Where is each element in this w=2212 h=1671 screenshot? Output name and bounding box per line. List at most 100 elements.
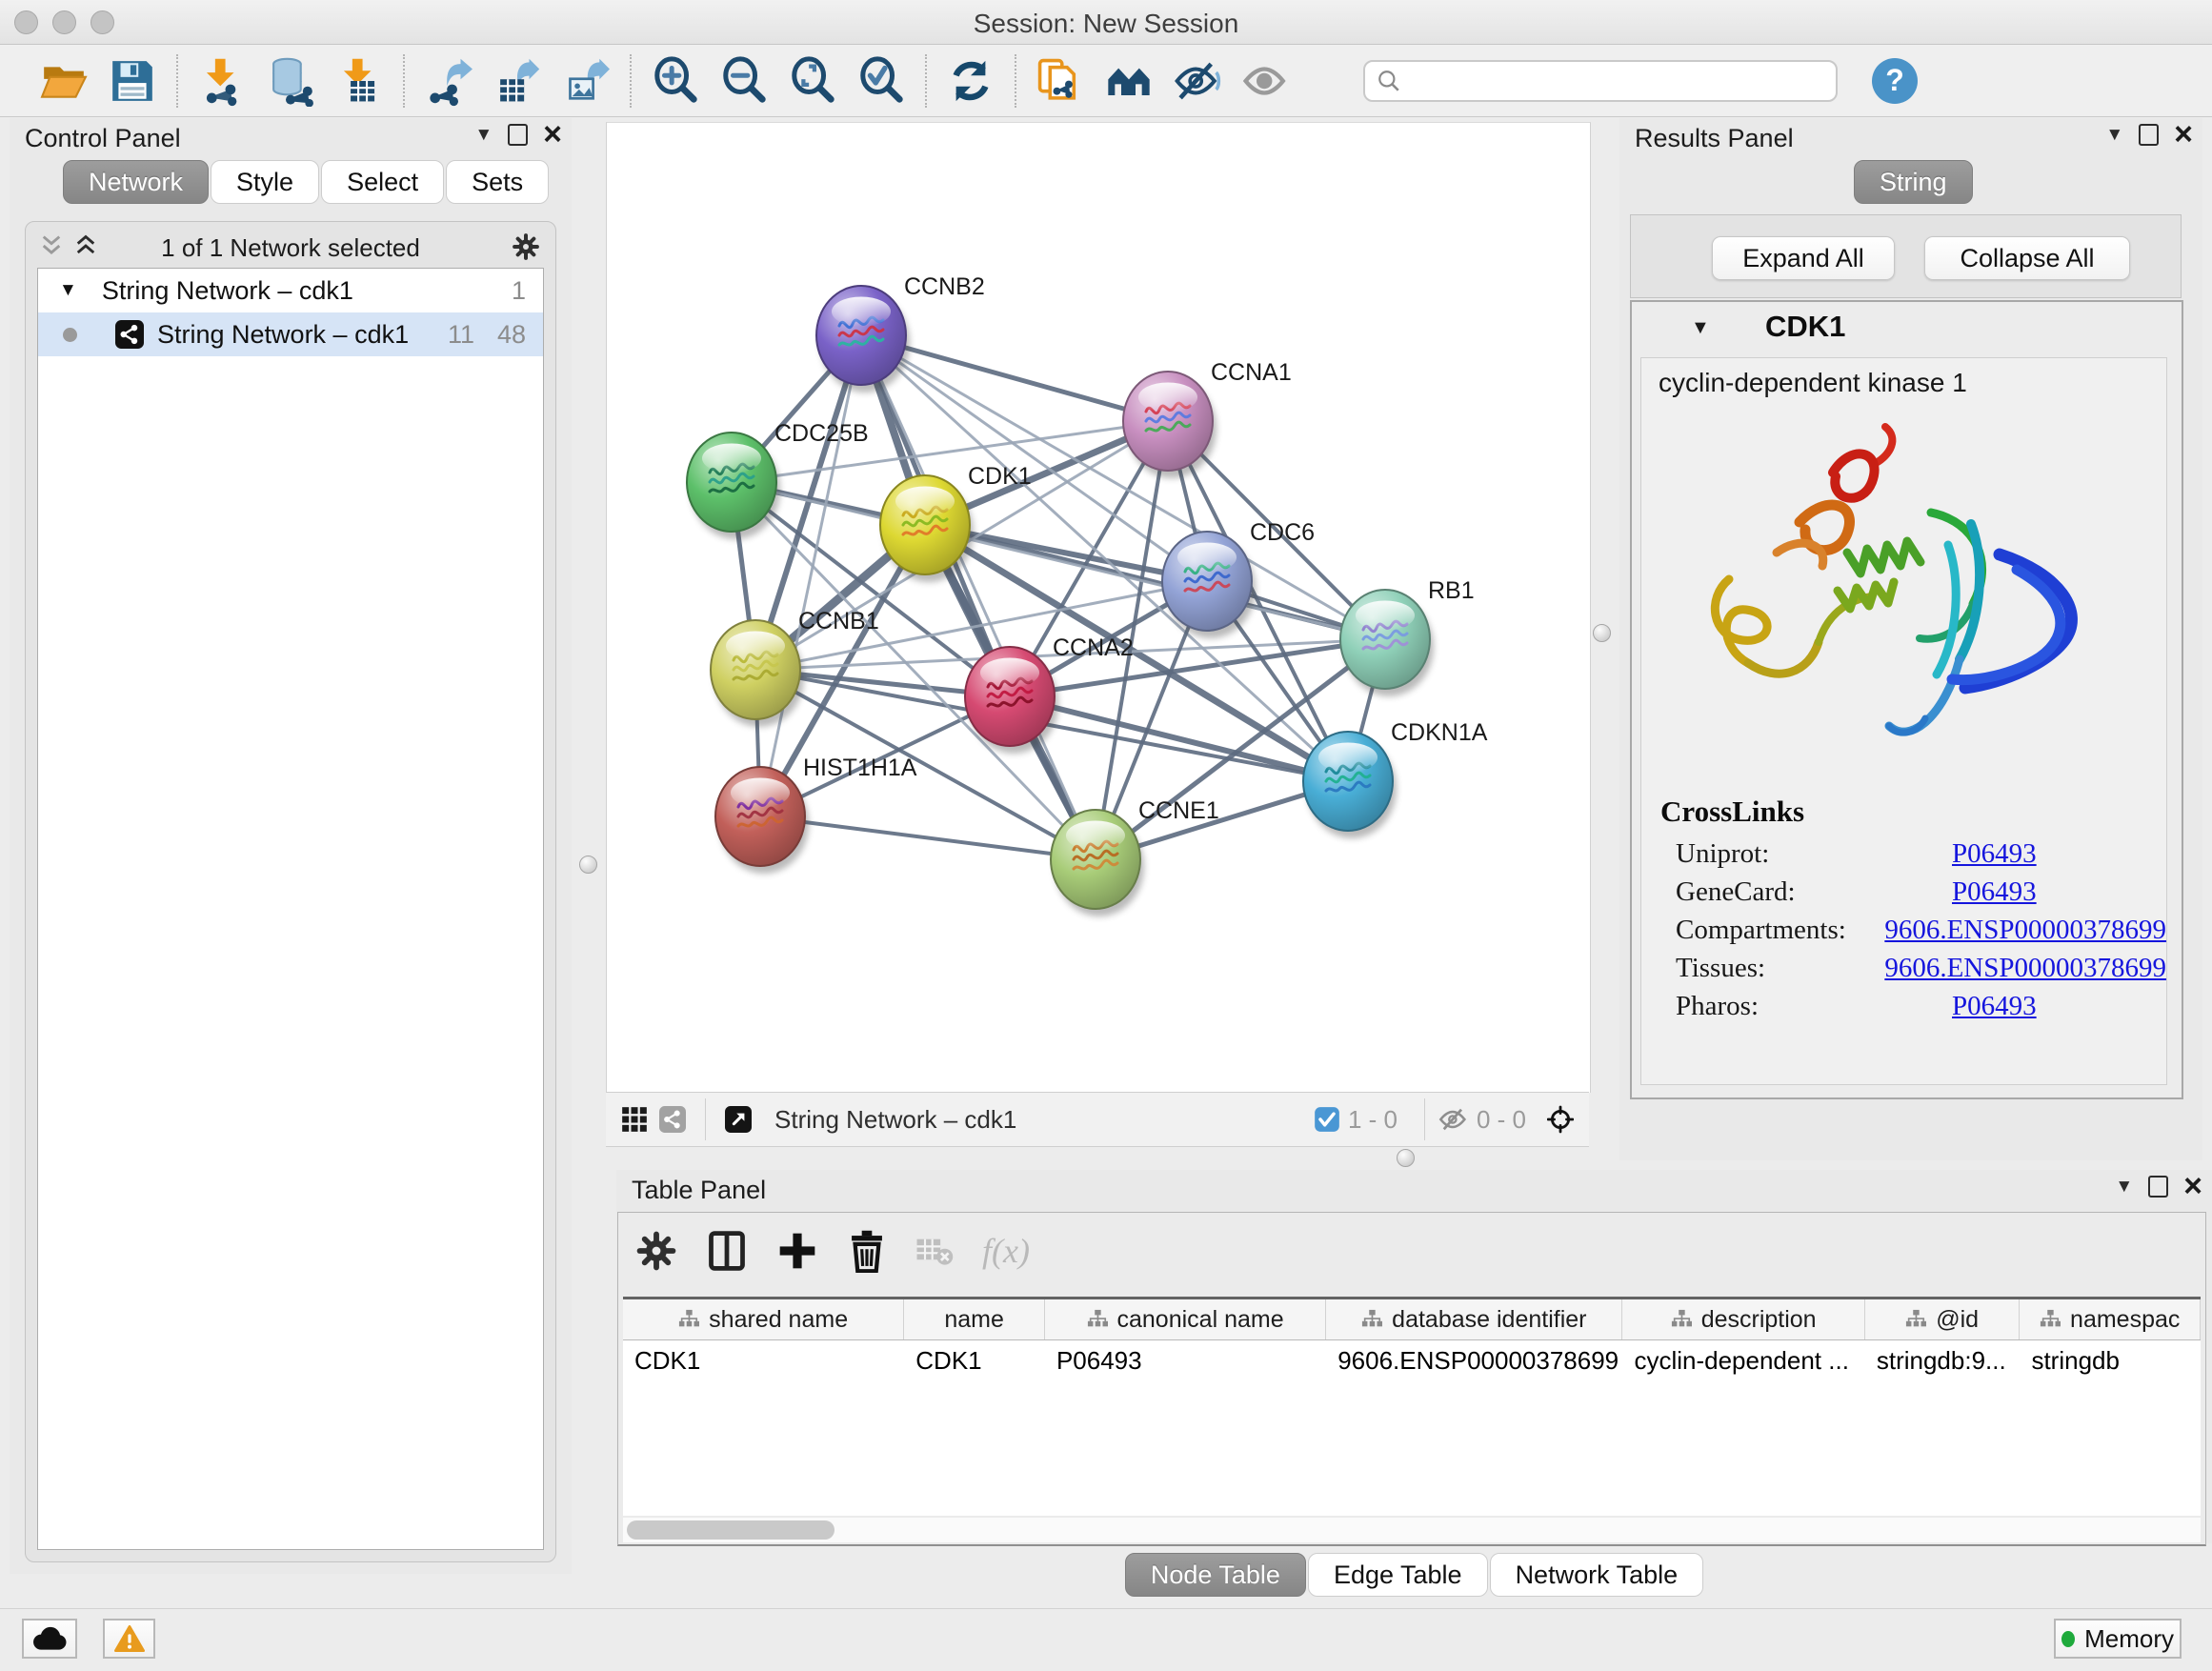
zoom-in-button[interactable] xyxy=(648,53,703,109)
help-button[interactable]: ? xyxy=(1872,58,1918,104)
crosslink-link-uniprot[interactable]: P06493 xyxy=(1952,838,2037,870)
minimize-panel-icon[interactable]: ▼ xyxy=(474,126,493,144)
column-header-description[interactable]: description xyxy=(1622,1299,1864,1339)
zoom-fit-button[interactable] xyxy=(785,53,840,109)
tab-sets[interactable]: Sets xyxy=(446,160,549,204)
delete-column-icon[interactable] xyxy=(847,1229,887,1273)
network-node-CCNB2[interactable] xyxy=(816,286,910,393)
float-panel-icon[interactable] xyxy=(2148,1176,2168,1198)
network-icon-button[interactable] xyxy=(654,1100,692,1138)
export-image-button[interactable] xyxy=(558,53,613,109)
network-node-CDC25B[interactable] xyxy=(687,433,780,539)
fit-selected-button[interactable] xyxy=(1541,1100,1579,1138)
tab-string[interactable]: String xyxy=(1854,160,1973,204)
network-view-canvas[interactable]: CCNB2CCNA1CDC25BCDK1CDC6RB1CCNB1CCNA2CDK… xyxy=(606,122,1591,1093)
table-panel: Table Panel ▼ × xyxy=(616,1170,2212,1543)
network-node-RB1[interactable] xyxy=(1340,590,1434,696)
left-splitter-grip[interactable] xyxy=(579,856,597,874)
float-panel-icon[interactable] xyxy=(508,124,528,146)
network-collection-row[interactable]: ▼ String Network – cdk1 1 xyxy=(38,269,543,312)
network-node-CCNE1[interactable] xyxy=(1051,810,1144,916)
crosslink-link-tissues[interactable]: 9606.ENSP00000378699 xyxy=(1884,953,2166,984)
network-node-CCNA1[interactable] xyxy=(1123,372,1217,478)
titlebar: Session: New Session xyxy=(0,0,2212,45)
expand-all-button[interactable]: Expand All xyxy=(1712,236,1895,280)
first-neighbors-button[interactable] xyxy=(1101,53,1156,109)
cloud-status-button[interactable] xyxy=(22,1619,77,1659)
import-table-button[interactable] xyxy=(332,53,387,109)
table-cell[interactable]: P06493 xyxy=(1045,1340,1326,1382)
function-builder-icon[interactable]: f(x) xyxy=(982,1231,1030,1271)
network-row[interactable]: String Network – cdk1 11 48 xyxy=(38,312,543,356)
network-node-HIST1H1A[interactable] xyxy=(715,767,809,874)
zoom-out-button[interactable] xyxy=(716,53,772,109)
gear-icon[interactable] xyxy=(512,232,540,261)
grid-view-button[interactable] xyxy=(615,1100,654,1138)
search-input[interactable] xyxy=(1363,60,1838,102)
tab-network-table[interactable]: Network Table xyxy=(1490,1553,1704,1597)
export-table-button[interactable] xyxy=(490,53,545,109)
save-session-button[interactable] xyxy=(105,53,160,109)
table-cell[interactable]: CDK1 xyxy=(904,1340,1045,1382)
refresh-button[interactable] xyxy=(943,53,998,109)
tab-select[interactable]: Select xyxy=(321,160,444,204)
column-header-canonical-name[interactable]: canonical name xyxy=(1045,1299,1326,1339)
minimize-panel-icon[interactable]: ▼ xyxy=(2105,126,2123,144)
network-node-CDK1[interactable] xyxy=(880,475,974,582)
zoom-selected-button[interactable] xyxy=(854,53,909,109)
show-all-button[interactable] xyxy=(1238,53,1294,109)
expander-triangle-icon[interactable]: ▼ xyxy=(59,280,77,301)
close-panel-icon[interactable]: × xyxy=(2183,1174,2202,1199)
tab-style[interactable]: Style xyxy=(211,160,319,204)
node-table[interactable]: shared namenamecanonical namedatabase id… xyxy=(623,1297,2201,1516)
section-expander-icon[interactable]: ▼ xyxy=(1691,317,1710,339)
column-header--id[interactable]: @id xyxy=(1865,1299,2021,1339)
horizontal-splitter-grip[interactable] xyxy=(1397,1149,1415,1167)
close-panel-icon[interactable]: × xyxy=(543,122,562,148)
column-header-shared-name[interactable]: shared name xyxy=(623,1299,904,1339)
save-floppy-icon xyxy=(109,57,156,105)
cdk1-section-header[interactable]: ▼ CDK1 xyxy=(1632,302,2182,353)
table-cell[interactable]: stringdb:9... xyxy=(1865,1340,2021,1382)
show-columns-icon[interactable] xyxy=(706,1230,748,1272)
import-network-button[interactable] xyxy=(194,53,250,109)
tab-network[interactable]: Network xyxy=(63,160,209,204)
gear-icon[interactable] xyxy=(635,1230,677,1272)
import-network-from-database-button[interactable] xyxy=(263,53,318,109)
crosslink-link-pharos[interactable]: P06493 xyxy=(1952,991,2037,1022)
clone-network-button[interactable] xyxy=(1033,53,1088,109)
tab-node-table[interactable]: Node Table xyxy=(1125,1553,1306,1597)
tab-edge-table[interactable]: Edge Table xyxy=(1308,1553,1488,1597)
minimize-panel-icon[interactable]: ▼ xyxy=(2115,1178,2133,1196)
float-panel-icon[interactable] xyxy=(2139,124,2159,146)
hide-selected-button[interactable] xyxy=(1170,53,1225,109)
table-row[interactable]: CDK1CDK1P064939606.ENSP00000378699cyclin… xyxy=(623,1340,2201,1382)
table-cell[interactable]: cyclin-dependent ... xyxy=(1622,1340,1864,1382)
warnings-button[interactable] xyxy=(103,1619,155,1659)
column-header-name[interactable]: name xyxy=(904,1299,1045,1339)
add-column-icon[interactable] xyxy=(776,1230,818,1272)
table-cell[interactable]: stringdb xyxy=(2020,1340,2201,1382)
column-header-namespac[interactable]: namespac xyxy=(2020,1299,2201,1339)
close-panel-icon[interactable]: × xyxy=(2174,122,2193,148)
birdseye-view-button[interactable] xyxy=(719,1100,757,1138)
selected-checkbox-icon[interactable] xyxy=(1314,1106,1340,1133)
crosslink-row: Compartments:9606.ENSP00000378699 xyxy=(1676,915,2166,946)
table-cell[interactable]: CDK1 xyxy=(623,1340,904,1382)
network-node-CDKN1A[interactable] xyxy=(1303,732,1397,838)
export-network-button[interactable] xyxy=(421,53,476,109)
collapse-all-button[interactable]: Collapse All xyxy=(1924,236,2130,280)
network-edge-CCNE1-HIST1H1A[interactable] xyxy=(760,816,1096,859)
delete-table-icon[interactable] xyxy=(915,1232,954,1270)
memory-button[interactable]: Memory xyxy=(2054,1619,2182,1659)
right-splitter-grip[interactable] xyxy=(1593,624,1611,642)
crosslink-link-genecard[interactable]: P06493 xyxy=(1952,876,2037,908)
network-graph[interactable]: CCNB2CCNA1CDC25BCDK1CDC6RB1CCNB1CCNA2CDK… xyxy=(607,123,1590,1093)
column-header-database-identifier[interactable]: database identifier xyxy=(1326,1299,1622,1339)
table-horizontal-scrollbar[interactable] xyxy=(623,1518,2201,1542)
open-session-button[interactable] xyxy=(36,53,91,109)
network-edge-CCNB2-HIST1H1A[interactable] xyxy=(760,335,861,816)
crosslink-link-compartments[interactable]: 9606.ENSP00000378699 xyxy=(1884,915,2166,946)
scrollbar-thumb[interactable] xyxy=(627,1520,835,1540)
table-cell[interactable]: 9606.ENSP00000378699 xyxy=(1326,1340,1622,1382)
